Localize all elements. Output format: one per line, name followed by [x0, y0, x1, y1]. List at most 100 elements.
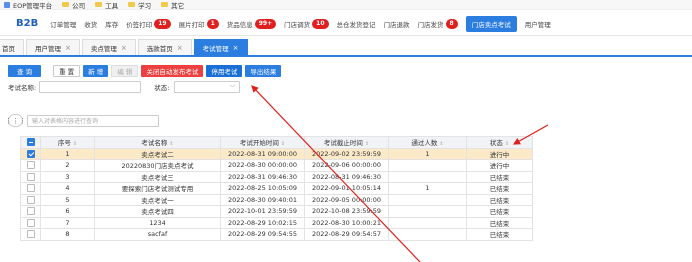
count-badge: 8 — [445, 18, 458, 29]
row-checkbox[interactable] — [26, 195, 35, 204]
nav-item-warehouse-shipping[interactable]: 总仓发货登记 — [337, 19, 376, 29]
nav-item-product-info[interactable]: 货品信息 99+ — [227, 18, 277, 29]
status-select[interactable]: ﹀ — [174, 81, 241, 93]
bookmark-study[interactable]: 学习 — [128, 0, 151, 10]
disable-exam-button[interactable]: 停用考试 — [206, 65, 243, 77]
row-select-cell[interactable] — [20, 159, 41, 172]
tab-selection-home[interactable]: 选款首页 × — [137, 39, 192, 55]
row-checkbox[interactable] — [26, 172, 35, 181]
nav-item-receiving[interactable]: 收货 — [84, 19, 97, 29]
nav-item-store-shipping[interactable]: 门店发货 8 — [418, 18, 458, 29]
cell-passed-count — [388, 193, 467, 206]
exam-name-input[interactable] — [39, 81, 142, 93]
cell-name: sacfaf — [94, 228, 221, 241]
tab-exam-management[interactable]: 考试管理 × — [193, 39, 248, 55]
cell-no: 4 — [40, 182, 95, 195]
row-checkbox[interactable] — [26, 207, 35, 216]
close-icon[interactable]: × — [177, 44, 183, 52]
table-row[interactable]: 4 要探索门店考试测试专用 2022-08-25 10:05:09 2022-09-0… — [20, 182, 533, 195]
table-row[interactable]: 7 1234 2022-08-29 10:02:15 2022-08-30 10:00… — [20, 216, 533, 229]
select-all-checkbox[interactable] — [26, 138, 35, 147]
row-select-cell[interactable] — [20, 170, 41, 183]
cell-start-time: 2022-08-25 10:05:09 — [220, 182, 305, 195]
nav-item-orders[interactable]: 订单管理 — [50, 19, 76, 29]
cell-end-time: 2022-10-08 23:59:59 — [304, 205, 389, 218]
tab-home[interactable]: 首页 — [0, 39, 24, 55]
sort-icon[interactable]: ⇕ — [169, 141, 173, 147]
bookmarks-bar: EOP管理平台 公司 工具 学习 其它 — [0, 0, 692, 10]
nav-item-store-transfer[interactable]: 门店调货 10 — [284, 18, 329, 29]
sort-icon[interactable]: ⇕ — [365, 141, 369, 147]
add-button[interactable]: 新 增 — [83, 65, 109, 77]
cell-end-time: 2022-08-29 09:54:57 — [304, 228, 389, 241]
row-select-cell[interactable] — [20, 216, 41, 229]
row-select-cell[interactable] — [20, 147, 41, 160]
close-icon[interactable]: × — [121, 44, 127, 52]
bookmark-eop[interactable]: EOP管理平台 — [4, 0, 52, 10]
export-results-button[interactable]: 导出结果 — [245, 65, 282, 77]
nav-item-display-print[interactable]: 展片打印 1 — [179, 18, 219, 29]
table-row[interactable]: 5 卖点考试一 2022-08-30 09:40:01 2022-09-05 00:0… — [20, 193, 533, 206]
bookmark-company[interactable]: 公司 — [62, 0, 85, 10]
toolbar: 查 询 重 置 新 增 编 辑 关闭自动发布考试 停用考试 导出结果 — [8, 65, 282, 77]
row-checkbox[interactable] — [26, 161, 35, 170]
exam-table: 序号 ⇕ 考试名称 ⇕ 考试开始时间 ⇕ 考试截止时间 ⇕ 通过人数 ⇕ 状态 ⇕ 1 卖点考… — [20, 136, 533, 241]
col-header-status[interactable]: 状态 ⇕ — [466, 136, 533, 149]
cell-status: 已结束 — [466, 182, 533, 195]
cell-passed-count — [388, 159, 467, 172]
row-select-cell[interactable] — [20, 182, 41, 195]
sort-icon[interactable]: ⇕ — [281, 141, 285, 147]
cell-status: 已结束 — [466, 216, 533, 229]
nav-item-user-management[interactable]: 用户管理 — [525, 19, 551, 29]
table-search-input[interactable]: 输入对表格内容进行查询 — [27, 114, 159, 127]
select-all-cell[interactable] — [20, 136, 41, 149]
table-row[interactable]: 6 卖点考试四 2022-10-01 23:59:59 2022-10-08 23:5… — [20, 205, 533, 218]
cell-name: 1234 — [94, 216, 221, 229]
row-checkbox[interactable] — [26, 218, 35, 227]
close-icon[interactable]: × — [65, 44, 71, 52]
query-button[interactable]: 查 询 — [8, 65, 42, 77]
page-icon — [4, 1, 10, 8]
cell-start-time: 2022-08-29 09:54:55 — [220, 228, 305, 241]
col-header-name[interactable]: 考试名称 ⇕ — [94, 136, 221, 149]
edit-button[interactable]: 编 辑 — [111, 65, 139, 77]
col-header-start[interactable]: 考试开始时间 ⇕ — [220, 136, 305, 149]
toolbar-spacer — [44, 65, 50, 77]
sort-icon[interactable]: ⇕ — [73, 141, 77, 147]
close-icon[interactable]: × — [233, 44, 239, 52]
table-row[interactable]: 3 卖点考试三 2022-08-31 09:46:30 2022-08-31 09:4… — [20, 170, 533, 183]
row-checkbox[interactable] — [26, 230, 35, 239]
cell-passed-count — [388, 205, 467, 218]
row-select-cell[interactable] — [20, 228, 41, 241]
nav-item-price-tag-print[interactable]: 价签打印 19 — [126, 18, 171, 29]
sort-icon[interactable]: ⇕ — [439, 141, 443, 147]
folder-icon — [161, 2, 169, 7]
row-select-cell[interactable] — [20, 193, 41, 206]
sort-icon[interactable]: ⇕ — [505, 141, 509, 147]
count-badge: 10 — [312, 18, 329, 29]
cell-status: 进行中 — [466, 147, 533, 160]
tab-user-management[interactable]: 用户管理 × — [26, 39, 80, 55]
nav-item-store-refund[interactable]: 门店退款 — [384, 19, 410, 29]
reset-button[interactable]: 重 置 — [53, 65, 81, 77]
cell-status: 进行中 — [466, 159, 533, 172]
columns-icon[interactable]: ⋮⋮⋮ — [5, 114, 26, 127]
row-select-cell[interactable] — [20, 205, 41, 218]
table-row[interactable]: 2 20220830门店卖点考试 2022-08-30 00:00:00 2022-0… — [20, 159, 533, 172]
close-auto-publish-button[interactable]: 关闭自动发布考试 — [141, 65, 204, 77]
bookmark-other[interactable]: 其它 — [161, 0, 184, 10]
row-checkbox[interactable] — [26, 149, 35, 158]
bookmark-tools[interactable]: 工具 — [95, 0, 118, 10]
nav-item-inventory[interactable]: 库存 — [105, 19, 118, 29]
col-header-end[interactable]: 考试截止时间 ⇕ — [304, 136, 389, 149]
cell-end-time: 2022-09-01 10:05:14 — [304, 182, 389, 195]
col-header-no[interactable]: 序号 ⇕ — [40, 136, 95, 149]
row-checkbox[interactable] — [26, 184, 35, 193]
col-header-passed[interactable]: 通过人数 ⇕ — [388, 136, 467, 149]
cell-passed-count: 1 — [388, 147, 467, 160]
tab-selling-point[interactable]: 卖点管理 × — [81, 39, 136, 55]
table-row[interactable]: 8 sacfaf 2022-08-29 09:54:55 2022-08-29 09:… — [20, 228, 533, 241]
nav-item-store-exam[interactable]: 门店卖点考试 — [465, 15, 517, 32]
table-row[interactable]: 1 卖点考试二 2022-08-31 09:00:00 2022-09-02 23:5… — [20, 147, 533, 160]
cell-start-time: 2022-08-31 09:46:30 — [220, 170, 305, 183]
